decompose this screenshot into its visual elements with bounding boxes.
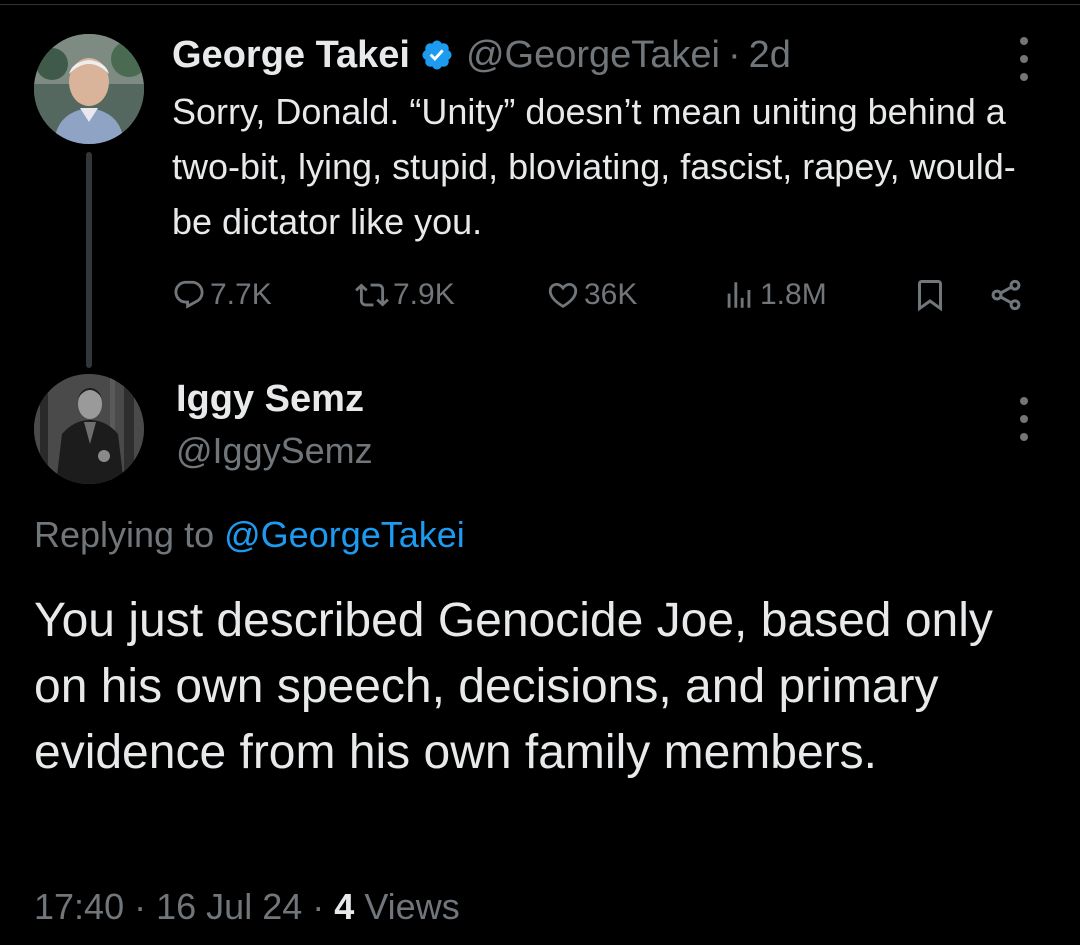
author-name[interactable]: George Takei [172,34,410,77]
tweet-age[interactable]: 2d [749,34,791,77]
repost-button[interactable]: 7.9K [355,270,455,320]
like-count: 36K [584,278,638,311]
repost-icon [355,283,389,307]
top-divider [0,4,1080,5]
more-options-button[interactable] [1014,37,1034,81]
iggy-semz-avatar[interactable] [34,374,144,484]
share-button[interactable] [988,270,1028,320]
thread-connector-line [86,152,92,368]
replying-to-label: Replying to [34,514,215,555]
replying-to-mention[interactable]: @GeorgeTakei [224,514,465,555]
views-button[interactable]: 1.8M [722,270,827,320]
reply-author-name[interactable]: Iggy Semz [176,378,364,421]
reply-icon [174,280,204,309]
tweet-date[interactable]: 16 Jul 24 [156,886,302,927]
share-icon [991,279,1021,311]
heart-icon [548,282,578,308]
reply-more-options-button[interactable] [1014,397,1034,441]
author-handle[interactable]: @GeorgeTakei [466,34,720,77]
more-icon [1020,397,1028,405]
views-count: 1.8M [760,278,827,311]
separator-dot: · [728,33,741,76]
separator-dot: · [312,886,325,927]
verified-badge-icon [422,40,452,70]
parent-tweet-text: Sorry, Donald. “Unity” doesn’t mean unit… [172,91,1016,242]
tweet-time[interactable]: 17:40 [34,886,124,927]
views-icon [727,282,751,308]
reply-button[interactable]: 7.7K [172,270,272,320]
tweet-thread: George Takei @GeorgeTakei · 2d Sorry, Do… [0,0,1080,945]
bookmark-icon [918,280,942,312]
parent-tweet-header: George Takei @GeorgeTakei · 2d [172,30,791,80]
like-button[interactable]: 36K [546,270,637,320]
reply-author-handle[interactable]: @IggySemz [176,430,373,472]
tweet-action-bar: 7.7K 7.9K 36K 1.8M [172,270,1032,320]
reply-views-count: 4 [334,886,355,927]
bookmark-button[interactable] [912,270,952,320]
reply-tweet-text: You just described Genocide Joe, based o… [34,594,993,779]
views-label: Views [364,886,460,927]
separator-dot: · [134,886,147,927]
reply-count: 7.7K [210,278,272,311]
more-icon [1020,37,1028,45]
repost-count: 7.9K [393,278,455,311]
tweet-metadata: 17:40 · 16 Jul 24 · 4 Views [34,886,460,928]
replying-to-line: Replying to @GeorgeTakei [34,514,465,556]
george-takei-avatar[interactable] [34,34,144,144]
